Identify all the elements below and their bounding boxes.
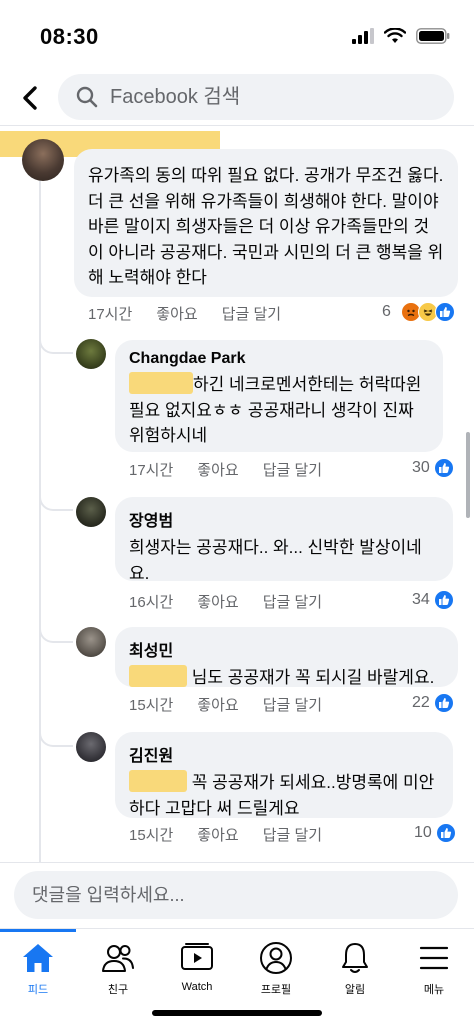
- like-button[interactable]: 좋아요: [197, 591, 238, 612]
- comment-text: 님도 공공재가 꼭 되시길 바랄게요.: [129, 665, 444, 691]
- reply-connector: [39, 621, 73, 643]
- comment-actions: 16시간 좋아요 답글 달기: [129, 591, 322, 612]
- like-button[interactable]: 좋아요: [197, 694, 238, 715]
- reaction-count[interactable]: 6: [382, 302, 455, 322]
- tab-watch[interactable]: Watch: [157, 939, 237, 993]
- reaction-count[interactable]: 10: [414, 823, 456, 843]
- like-reaction-icon: [433, 693, 454, 713]
- comment-text: 하긴 네크로멘서한테는 허락따윈 필요 없지요ㅎㅎ 공공재라니 생각이 진짜 위…: [129, 372, 429, 449]
- comment-actions: 17시간 좋아요 답글 달기: [88, 303, 281, 324]
- comment-time: 17시간: [88, 306, 133, 323]
- avatar[interactable]: [76, 339, 106, 369]
- tab-feed[interactable]: 피드: [0, 939, 78, 997]
- like-reaction-icon: [434, 302, 455, 322]
- menu-icon: [419, 946, 449, 970]
- comment-time: 17시간: [129, 462, 174, 479]
- reply-button[interactable]: 답글 달기: [263, 824, 322, 845]
- tab-profile[interactable]: 프로필: [236, 939, 316, 997]
- scrollbar[interactable]: [466, 432, 470, 518]
- tab-notifications[interactable]: 알림: [315, 939, 395, 997]
- comment-text: 유가족의 동의 따위 필요 없다. 공개가 무조건 옳다. 더 큰 선을 위해 …: [88, 166, 444, 287]
- reaction-count[interactable]: 22: [412, 693, 454, 713]
- watch-icon: [181, 943, 213, 970]
- tab-friends[interactable]: 친구: [78, 939, 158, 997]
- like-reaction-icon: [433, 458, 454, 478]
- home-indicator: [152, 1010, 322, 1016]
- reply-connector: [39, 489, 73, 511]
- comment-bubble: 최성민 님도 공공재가 꼭 되시길 바랄게요.: [115, 627, 458, 687]
- like-button[interactable]: 좋아요: [197, 459, 238, 480]
- tab-label: 메뉴: [423, 984, 445, 996]
- bell-icon: [342, 943, 368, 973]
- reply-connector: [39, 725, 73, 747]
- comment-time: 15시간: [129, 827, 174, 844]
- like-reaction-icon: [433, 590, 454, 610]
- avatar[interactable]: [76, 627, 106, 657]
- search-icon: [76, 86, 98, 108]
- comment-input[interactable]: [14, 871, 458, 919]
- comment-time: 16시간: [129, 594, 174, 611]
- reaction-count[interactable]: 34: [412, 590, 454, 610]
- wifi-icon: [384, 28, 406, 43]
- avatar[interactable]: [76, 732, 106, 762]
- reaction-number: 6: [382, 303, 391, 320]
- comments-list: 유가족의 동의 따위 필요 없다. 공개가 무조건 옳다. 더 큰 선을 위해 …: [0, 127, 474, 862]
- signal-icon: [352, 28, 374, 44]
- search-box[interactable]: [58, 74, 454, 120]
- reaction-number: 22: [412, 694, 430, 711]
- tab-label: 프로필: [260, 984, 292, 996]
- reply-button[interactable]: 답글 달기: [222, 303, 281, 324]
- comment-composer: [0, 862, 474, 928]
- reaction-number: 34: [412, 591, 430, 608]
- back-button[interactable]: [14, 82, 46, 114]
- reply-button[interactable]: 답글 달기: [263, 694, 322, 715]
- avatar[interactable]: [76, 497, 106, 527]
- comment-actions: 17시간 좋아요 답글 달기: [129, 459, 322, 480]
- comment-bubble: 장영범 희생자는 공공재다.. 와... 신박한 발상이네요.: [115, 497, 453, 583]
- reply-button[interactable]: 답글 달기: [263, 459, 322, 480]
- like-reaction-icon: [435, 823, 456, 843]
- comment-actions: 15시간 좋아요 답글 달기: [129, 824, 322, 845]
- comment-bubble: 유가족의 동의 따위 필요 없다. 공개가 무조건 옳다. 더 큰 선을 위해 …: [74, 149, 458, 297]
- status-time: 08:30: [40, 24, 99, 49]
- comment-text: 희생자는 공공재다.. 와... 신박한 발상이네요.: [129, 538, 422, 583]
- comment-bubble: 김진원 꼭 공공재가 되세요..방명록에 미안하다 고맙다 써 드릴게요: [115, 732, 453, 818]
- reaction-count[interactable]: 30: [412, 458, 454, 478]
- comment-time: 15시간: [129, 697, 174, 714]
- comment-author[interactable]: Changdae Park: [129, 350, 429, 368]
- redacted-name: [129, 665, 187, 687]
- comment-author[interactable]: 김진원: [129, 742, 439, 766]
- search-header: [0, 70, 474, 126]
- comment-bubble: Changdae Park 하긴 네크로멘서한테는 허락따윈 필요 없지요ㅎㅎ …: [115, 340, 443, 452]
- tab-label: Watch: [181, 981, 213, 993]
- redacted-name: [129, 770, 187, 792]
- search-input[interactable]: [110, 85, 410, 109]
- tab-label: 친구: [107, 984, 129, 996]
- thread-line: [39, 179, 41, 862]
- tab-label: 알림: [344, 984, 366, 996]
- reply-connector: [39, 332, 73, 354]
- back-arrow-icon: [23, 86, 37, 110]
- comment-author[interactable]: 장영범: [129, 507, 439, 531]
- status-bar: 08:30: [0, 0, 474, 70]
- comment-text: 꼭 공공재가 되세요..방명록에 미안하다 고맙다 써 드릴게요: [129, 770, 439, 821]
- comment-actions: 15시간 좋아요 답글 달기: [129, 694, 322, 715]
- reaction-number: 10: [414, 824, 432, 841]
- friends-icon: [102, 945, 134, 972]
- profile-icon: [260, 942, 292, 974]
- active-tab-indicator: [0, 929, 76, 932]
- status-icons: [352, 28, 450, 44]
- tab-menu[interactable]: 메뉴: [394, 939, 474, 997]
- like-button[interactable]: 좋아요: [156, 303, 197, 324]
- avatar[interactable]: [22, 139, 64, 181]
- home-icon: [23, 944, 53, 972]
- reply-button[interactable]: 답글 달기: [263, 591, 322, 612]
- like-button[interactable]: 좋아요: [197, 824, 238, 845]
- tab-label: 피드: [27, 984, 49, 996]
- comment-author[interactable]: 최성민: [129, 637, 444, 661]
- battery-icon: [416, 28, 450, 44]
- reaction-number: 30: [412, 459, 430, 476]
- redacted-name: [129, 372, 193, 394]
